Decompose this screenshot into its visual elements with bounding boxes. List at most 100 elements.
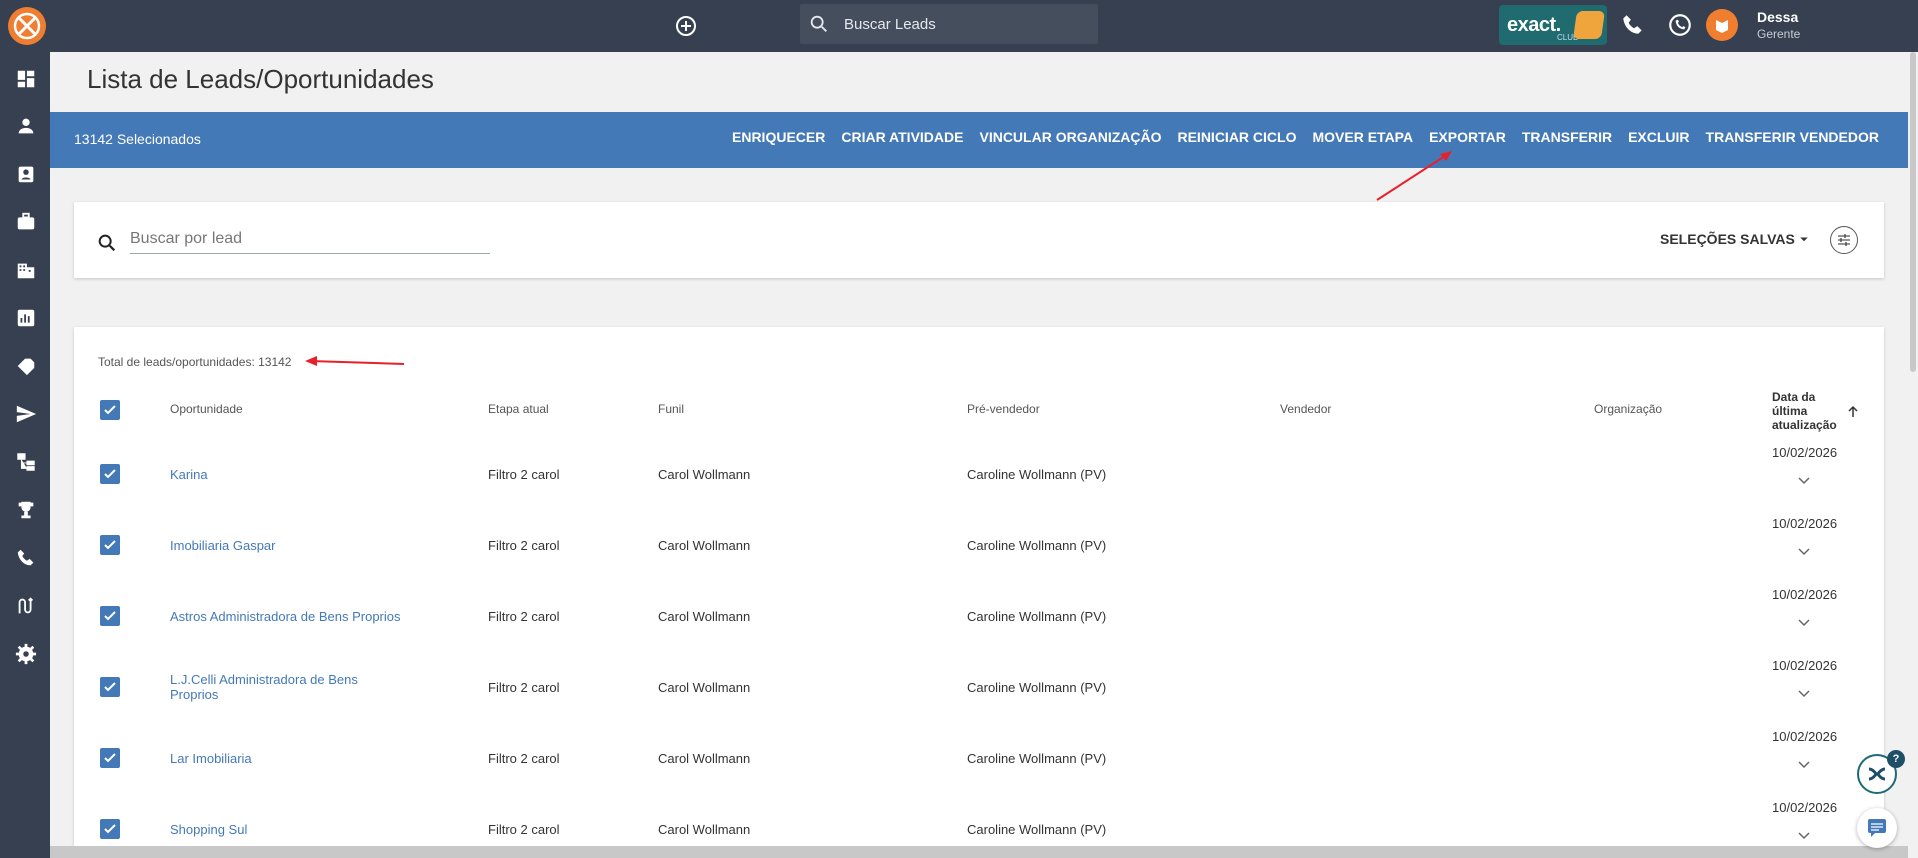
move-stage-button[interactable]: MOVER ETAPA: [1312, 129, 1413, 145]
search-card: Buscar por lead SELEÇÕES SALVAS: [74, 202, 1884, 278]
check-icon: [104, 753, 116, 763]
saved-selections-dropdown[interactable]: SELEÇÕES SALVAS: [1660, 230, 1813, 248]
trophy-icon[interactable]: [15, 499, 37, 521]
check-icon: [104, 540, 116, 550]
user-name: Dessa: [1757, 9, 1799, 25]
enrich-button[interactable]: ENRIQUECER: [732, 129, 825, 145]
contact-card-icon[interactable]: [15, 163, 37, 185]
hierarchy-icon[interactable]: [15, 451, 37, 473]
stage-cell: Filtro 2 carol: [488, 680, 560, 695]
restart-cycle-button[interactable]: REINICIAR CICLO: [1177, 129, 1296, 145]
help-badge: ?: [1887, 750, 1905, 768]
chevron-down-icon[interactable]: [1797, 615, 1811, 629]
briefcase-icon[interactable]: [15, 211, 37, 233]
presales-cell: Caroline Wollmann (PV): [967, 467, 1107, 482]
selection-bar: 13142 Selecionados ENRIQUECER CRIAR ATIV…: [50, 112, 1909, 168]
check-icon: [104, 682, 116, 692]
search-icon: [810, 15, 827, 32]
horizontal-scrollbar[interactable]: [50, 846, 1908, 858]
person-icon[interactable]: [15, 115, 37, 137]
check-icon: [104, 469, 116, 479]
funnel-cell: Carol Wollmann: [658, 538, 751, 553]
chevron-down-icon[interactable]: [1797, 757, 1811, 771]
user-profile[interactable]: Dessa Gerente: [1757, 9, 1800, 41]
total-count: Total de leads/oportunidades: 13142: [98, 355, 292, 369]
tags-icon[interactable]: [15, 355, 37, 377]
lead-name-link[interactable]: Lar Imobiliaria: [170, 751, 420, 766]
header-funil[interactable]: Funil: [658, 402, 684, 416]
stage-cell: Filtro 2 carol: [488, 822, 560, 837]
export-button[interactable]: EXPORTAR: [1429, 129, 1506, 145]
lead-name-link[interactable]: Shopping Sul: [170, 822, 420, 837]
row-checkbox[interactable]: [100, 606, 120, 626]
row-checkbox[interactable]: [100, 819, 120, 839]
leads-table-card: Total de leads/oportunidades: 13142 Opor…: [74, 327, 1884, 858]
header-pre-vendedor[interactable]: Pré-vendedor: [967, 402, 1040, 416]
lead-name-link[interactable]: Karina: [170, 467, 420, 482]
route-icon[interactable]: [15, 595, 37, 617]
header-etapa[interactable]: Etapa atual: [488, 402, 549, 416]
send-icon[interactable]: [15, 403, 37, 425]
header-oportunidade[interactable]: Oportunidade: [170, 402, 243, 416]
funnel-cell: Carol Wollmann: [658, 680, 751, 695]
date-cell: 10/02/2026: [1772, 587, 1838, 602]
header-organizacao[interactable]: Organização: [1594, 402, 1662, 416]
building-icon[interactable]: [15, 259, 37, 281]
help-widget-button[interactable]: ?: [1857, 750, 1905, 794]
sliders-icon: [1838, 234, 1850, 246]
help-logo-icon: [1868, 767, 1886, 781]
check-icon: [104, 824, 116, 834]
book-icon[interactable]: [1706, 9, 1738, 41]
app-logo[interactable]: [8, 7, 46, 45]
chat-button[interactable]: [1857, 808, 1897, 848]
header-vendedor[interactable]: Vendedor: [1280, 402, 1331, 416]
chevron-down-icon[interactable]: [1797, 544, 1811, 558]
phone-icon[interactable]: [1620, 12, 1646, 38]
transfer-seller-button[interactable]: TRANSFERIR VENDEDOR: [1706, 129, 1879, 145]
row-checkbox[interactable]: [100, 748, 120, 768]
create-activity-button[interactable]: CRIAR ATIVIDADE: [841, 129, 963, 145]
header-data[interactable]: Data da última atualização: [1772, 390, 1840, 432]
top-search-input[interactable]: Buscar Leads: [800, 4, 1098, 44]
sidebar: [0, 52, 50, 858]
scrollbar-thumb[interactable]: [1910, 52, 1916, 372]
main-content: Lista de Leads/Oportunidades 13142 Selec…: [50, 52, 1909, 858]
row-checkbox[interactable]: [100, 677, 120, 697]
row-checkbox[interactable]: [100, 464, 120, 484]
lead-search-input[interactable]: Buscar por lead: [130, 224, 490, 254]
presales-cell: Caroline Wollmann (PV): [967, 751, 1107, 766]
row-checkbox[interactable]: [100, 535, 120, 555]
date-cell: 10/02/2026: [1772, 516, 1838, 531]
exact-club-logo[interactable]: exact. CLUB: [1499, 5, 1607, 45]
lead-name-link[interactable]: Astros Administradora de Bens Proprios: [170, 609, 420, 624]
chart-icon[interactable]: [15, 307, 37, 329]
select-all-checkbox[interactable]: [100, 400, 120, 420]
lead-name-link[interactable]: Imobiliaria Gaspar: [170, 538, 420, 553]
whatsapp-icon[interactable]: [1667, 12, 1693, 38]
transfer-button[interactable]: TRANSFERIR: [1522, 129, 1612, 145]
gear-icon[interactable]: [15, 643, 37, 665]
dashboard-icon[interactable]: [15, 68, 37, 90]
link-organization-button[interactable]: VINCULAR ORGANIZAÇÃO: [979, 129, 1161, 145]
funnel-cell: Carol Wollmann: [658, 609, 751, 624]
chevron-down-icon[interactable]: [1797, 473, 1811, 487]
stage-cell: Filtro 2 carol: [488, 751, 560, 766]
selected-count: 13142 Selecionados: [74, 131, 201, 147]
phone-sidebar-icon[interactable]: [15, 547, 37, 569]
chevron-down-icon[interactable]: [1797, 686, 1811, 700]
sort-up-icon[interactable]: [1846, 405, 1860, 419]
funnel-cell: Carol Wollmann: [658, 467, 751, 482]
presales-cell: Caroline Wollmann (PV): [967, 680, 1107, 695]
presales-cell: Caroline Wollmann (PV): [967, 609, 1107, 624]
add-icon[interactable]: [674, 14, 698, 38]
lead-name-link[interactable]: L.J.Celli Administradora de Bens Proprio…: [170, 672, 390, 702]
chevron-down-icon[interactable]: [1797, 828, 1811, 842]
delete-button[interactable]: EXCLUIR: [1628, 129, 1689, 145]
vertical-scrollbar[interactable]: [1908, 52, 1918, 858]
date-cell: 10/02/2026: [1772, 445, 1838, 460]
date-cell: 10/02/2026: [1772, 658, 1838, 673]
brand-mark-icon: [1573, 11, 1605, 39]
filter-settings-button[interactable]: [1830, 226, 1858, 254]
saved-selections-label: SELEÇÕES SALVAS: [1660, 231, 1795, 247]
chat-icon: [1868, 819, 1886, 837]
